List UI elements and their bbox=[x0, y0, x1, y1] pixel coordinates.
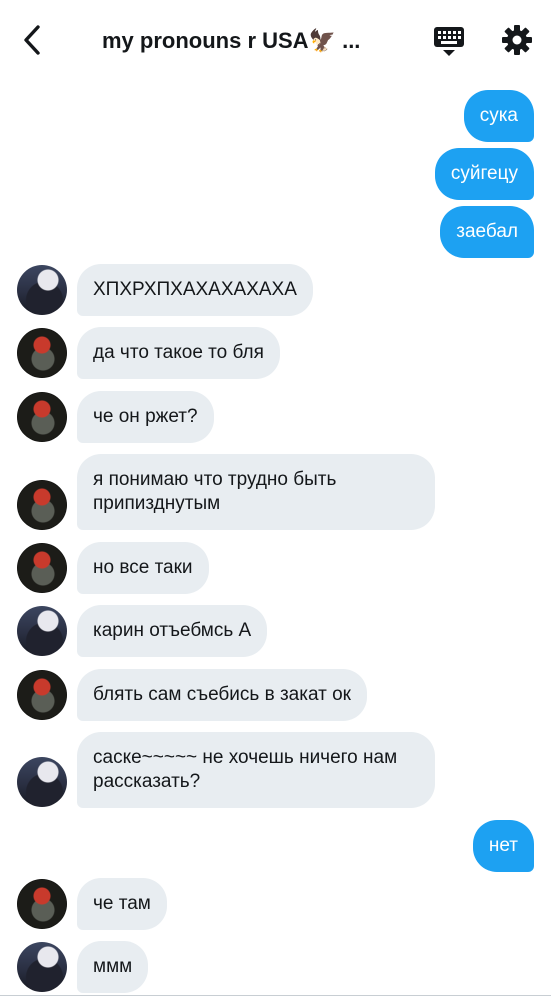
message-bubble-incoming[interactable]: ммм bbox=[77, 941, 149, 993]
message-bubble-incoming[interactable]: да что такое то бля bbox=[77, 327, 280, 379]
avatar[interactable] bbox=[17, 392, 67, 442]
composer-divider bbox=[0, 995, 551, 996]
settings-button[interactable] bbox=[497, 20, 537, 60]
chevron-left-icon bbox=[24, 25, 40, 55]
back-button[interactable] bbox=[14, 22, 50, 58]
avatar[interactable] bbox=[17, 670, 67, 720]
message-bubble-incoming[interactable]: блять сам съебись в закат ок bbox=[77, 669, 367, 721]
avatar[interactable] bbox=[17, 942, 67, 992]
avatar[interactable] bbox=[17, 328, 67, 378]
message-bubble-outgoing[interactable]: нет bbox=[472, 820, 534, 872]
avatar[interactable] bbox=[17, 543, 67, 593]
message-bubble-incoming[interactable]: я понимаю что трудно быть припизднутым bbox=[77, 454, 435, 530]
avatar[interactable] bbox=[17, 606, 67, 656]
avatar[interactable] bbox=[17, 879, 67, 929]
avatar[interactable] bbox=[17, 757, 67, 807]
message-bubble-incoming[interactable]: но все таки bbox=[77, 542, 209, 594]
message-bubble-incoming[interactable]: карин отъебмсь А bbox=[77, 605, 268, 657]
message-bubble-outgoing[interactable]: заебал bbox=[440, 206, 534, 258]
message-bubble-outgoing[interactable]: сука bbox=[463, 90, 534, 142]
message-bubble-incoming[interactable]: че он ржет? bbox=[77, 391, 214, 443]
message-bubble-incoming[interactable]: саске~~~~~ не хочешь ничего нам рассказа… bbox=[77, 732, 435, 808]
avatar[interactable] bbox=[17, 480, 67, 530]
message-bubble-incoming[interactable]: че там bbox=[77, 878, 167, 930]
conversation-title[interactable]: my pronouns r USA🦅 ... bbox=[102, 27, 392, 55]
message-bubble-incoming[interactable]: ХПХРХПХАХАХАХАХА bbox=[77, 264, 313, 316]
keyboard-button[interactable] bbox=[430, 22, 468, 60]
chat-header: my pronouns r USA🦅 ... bbox=[0, 0, 551, 80]
message-bubble-outgoing[interactable]: суйгецу bbox=[434, 148, 534, 200]
message-list[interactable]: сука суйгецу заебал ХПХРХПХАХАХАХАХА да … bbox=[0, 80, 551, 1000]
gear-icon bbox=[502, 25, 532, 55]
keyboard-icon bbox=[434, 27, 464, 56]
avatar[interactable] bbox=[17, 265, 67, 315]
